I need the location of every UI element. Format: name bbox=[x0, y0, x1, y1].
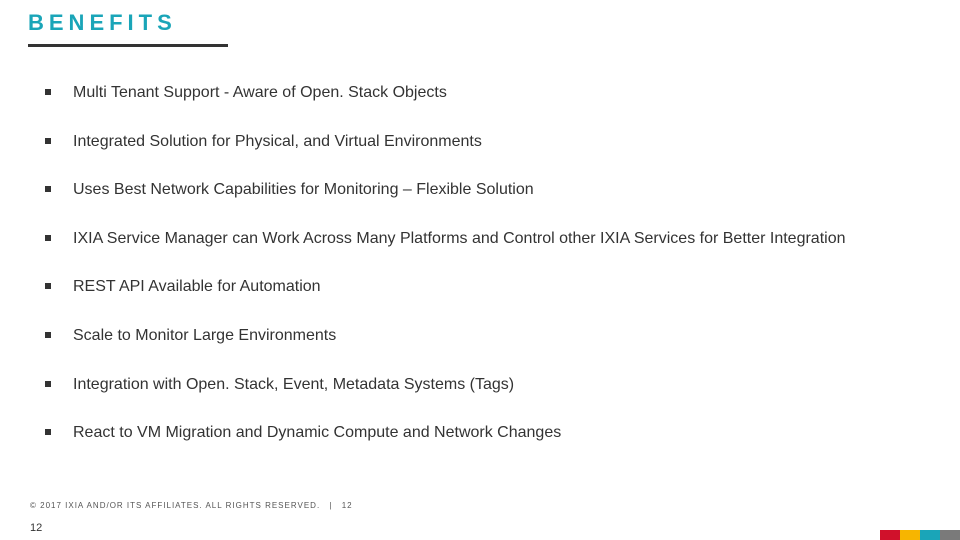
brand-color-strip bbox=[880, 530, 960, 540]
footer-separator: | bbox=[329, 501, 332, 510]
list-item: Integrated Solution for Physical, and Vi… bbox=[45, 131, 920, 153]
strip-teal bbox=[920, 530, 940, 540]
title-underline bbox=[28, 44, 228, 47]
bullet-icon bbox=[45, 235, 51, 241]
list-item: REST API Available for Automation bbox=[45, 276, 920, 298]
bullet-icon bbox=[45, 283, 51, 289]
bullet-text: Uses Best Network Capabilities for Monit… bbox=[73, 179, 534, 201]
bullet-icon bbox=[45, 89, 51, 95]
bullet-text: React to VM Migration and Dynamic Comput… bbox=[73, 422, 561, 444]
strip-red bbox=[880, 530, 900, 540]
bullet-icon bbox=[45, 381, 51, 387]
bullet-text: REST API Available for Automation bbox=[73, 276, 321, 298]
bullet-icon bbox=[45, 429, 51, 435]
list-item: Integration with Open. Stack, Event, Met… bbox=[45, 374, 920, 396]
bullet-text: Integrated Solution for Physical, and Vi… bbox=[73, 131, 482, 153]
list-item: React to VM Migration and Dynamic Comput… bbox=[45, 422, 920, 444]
footer: © 2017 IXIA AND/OR ITS AFFILIATES. ALL R… bbox=[30, 501, 353, 510]
list-item: IXIA Service Manager can Work Across Man… bbox=[45, 228, 920, 250]
bullet-icon bbox=[45, 138, 51, 144]
bullet-text: Scale to Monitor Large Environments bbox=[73, 325, 336, 347]
strip-gray bbox=[940, 530, 960, 540]
bullet-icon bbox=[45, 332, 51, 338]
slide: BENEFITS Multi Tenant Support - Aware of… bbox=[0, 0, 960, 540]
bullet-icon bbox=[45, 186, 51, 192]
slide-title: BENEFITS bbox=[28, 10, 177, 36]
strip-yellow bbox=[900, 530, 920, 540]
list-item: Multi Tenant Support - Aware of Open. St… bbox=[45, 82, 920, 104]
bullet-text: Multi Tenant Support - Aware of Open. St… bbox=[73, 82, 447, 104]
copyright-text: © 2017 IXIA AND/OR ITS AFFILIATES. ALL R… bbox=[30, 501, 320, 510]
bullet-text: Integration with Open. Stack, Event, Met… bbox=[73, 374, 514, 396]
footer-page: 12 bbox=[342, 501, 353, 510]
list-item: Scale to Monitor Large Environments bbox=[45, 325, 920, 347]
bullet-text: IXIA Service Manager can Work Across Man… bbox=[73, 228, 846, 250]
bullet-list: Multi Tenant Support - Aware of Open. St… bbox=[45, 82, 920, 471]
page-number: 12 bbox=[30, 522, 42, 534]
list-item: Uses Best Network Capabilities for Monit… bbox=[45, 179, 920, 201]
